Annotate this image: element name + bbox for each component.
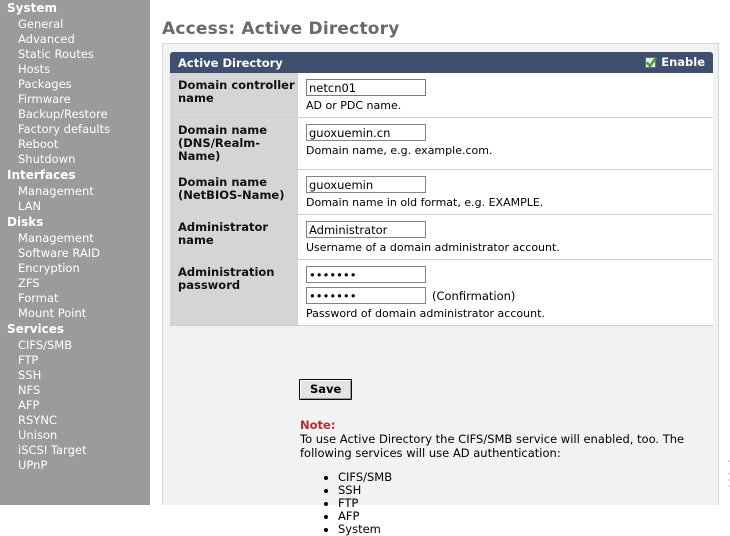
sidebar-navigation: System General Advanced Static Routes Hosts P…: [0, 0, 150, 505]
form-row: Domain name (DNS/Realm-Name) Domain name,…: [170, 118, 713, 170]
form-row-hint: Domain name in old format, e.g. EXAMPLE.: [306, 196, 544, 209]
panel-header: Active Directory Enable: [170, 52, 713, 73]
page-title: Access: Active Directory: [162, 19, 400, 40]
sidebar-item-packages[interactable]: Packages: [0, 77, 150, 92]
form-row-password: Administration password (Confirmation) Pas…: [170, 260, 713, 326]
sidebar-item-mount-point[interactable]: Mount Point: [0, 306, 150, 321]
note-service-item: FTP: [338, 497, 700, 510]
sidebar-item-afp[interactable]: AFP: [0, 398, 150, 413]
form-row: Domain name (NetBIOS-Name) Domain name in…: [170, 170, 713, 215]
form-row-label: Domain name (DNS/Realm-Name): [170, 118, 298, 169]
input-administration-password[interactable]: [306, 266, 426, 283]
input-administration-password-confirm[interactable]: [306, 287, 426, 304]
sidebar-item-lan[interactable]: LAN: [0, 199, 150, 214]
sidebar-item-nfs[interactable]: NFS: [0, 383, 150, 398]
sidebar-item-static-routes[interactable]: Static Routes: [0, 47, 150, 62]
sidebar-item-zfs[interactable]: ZFS: [0, 276, 150, 291]
sidebar-item-reboot[interactable]: Reboot: [0, 137, 150, 152]
sidebar-item-firmware[interactable]: Firmware: [0, 92, 150, 107]
note-service-item: SSH: [338, 484, 700, 497]
sidebar-item-encryption[interactable]: Encryption: [0, 261, 150, 276]
note-service-item: System: [338, 523, 700, 536]
input-domain-name-netbios-name[interactable]: [306, 176, 426, 193]
input-domain-name-dns-realm-name[interactable]: [306, 124, 426, 141]
sidebar-item-ssh[interactable]: SSH: [0, 368, 150, 383]
form-row-label: Domain controller name: [170, 73, 298, 117]
sidebar-item-iscsi-target[interactable]: iSCSI Target: [0, 443, 150, 458]
sidebar-item-format[interactable]: Format: [0, 291, 150, 306]
sidebar-item-rsync[interactable]: RSYNC: [0, 413, 150, 428]
sidebar-item-software-raid[interactable]: Software RAID: [0, 246, 150, 261]
form-row-label: Administration password: [170, 260, 298, 325]
note-title: Note:: [300, 418, 336, 432]
sidebar-item-cifs-smb[interactable]: CIFS/SMB: [0, 338, 150, 353]
form-row-field: (Confirmation) Password of domain adminis…: [298, 260, 713, 325]
main-content: Access: Active Directory Active Director…: [150, 0, 730, 536]
active-directory-form: Domain controller nameAD or PDC name.Dom…: [170, 73, 713, 326]
form-row-field: Domain name, e.g. example.com.: [298, 118, 713, 169]
sidebar-item-ftp[interactable]: FTP: [0, 353, 150, 368]
sidebar-group-system: System: [7, 1, 57, 15]
form-row-hint: Password of domain administrator account…: [306, 307, 545, 320]
form-row: Administrator name Username of a domain a…: [170, 215, 713, 260]
sidebar-item-backup-restore[interactable]: Backup/Restore: [0, 107, 150, 122]
form-row-field: Domain name in old format, e.g. EXAMPLE.: [298, 170, 713, 214]
form-row-field: AD or PDC name.: [298, 73, 713, 117]
sidebar-item-management[interactable]: Management: [0, 231, 150, 246]
note-service-list: CIFS/SMBSSHFTPAFPSystem: [300, 471, 700, 536]
password-confirm-label: (Confirmation): [432, 288, 516, 303]
sidebar-item-upnp[interactable]: UPnP: [0, 458, 150, 473]
checkmark-icon: [646, 56, 658, 68]
form-row-hint: Username of a domain administrator accou…: [306, 241, 560, 254]
save-button[interactable]: Save: [299, 379, 353, 400]
password-confirm-line: (Confirmation): [306, 287, 713, 304]
form-row-label: Domain name (NetBIOS-Name): [170, 170, 298, 214]
sidebar-item-hosts[interactable]: Hosts: [0, 62, 150, 77]
input-administrator-name[interactable]: [306, 221, 426, 238]
form-row-field: Username of a domain administrator accou…: [298, 215, 713, 259]
panel-header-title: Active Directory: [178, 56, 283, 70]
sidebar-item-unison[interactable]: Unison: [0, 428, 150, 443]
sidebar-group-services: Services: [7, 322, 65, 336]
sidebar-group-disks: Disks: [7, 215, 44, 229]
note-service-item: AFP: [338, 510, 700, 523]
sidebar-item-advanced[interactable]: Advanced: [0, 32, 150, 47]
sidebar-item-general[interactable]: General: [0, 17, 150, 32]
form-row: Domain controller name AD or PDC name.: [170, 73, 713, 118]
form-row-hint: Domain name, e.g. example.com.: [306, 144, 493, 157]
save-area: Save: [299, 379, 353, 400]
sidebar-item-shutdown[interactable]: Shutdown: [0, 152, 150, 167]
form-row-label: Administrator name: [170, 215, 298, 259]
sidebar-item-factory-defaults[interactable]: Factory defaults: [0, 122, 150, 137]
form-row-hint: AD or PDC name.: [306, 99, 402, 112]
note-area: Note: To use Active Directory the CIFS/S…: [300, 418, 700, 536]
enable-checkbox[interactable]: [645, 56, 658, 68]
sidebar-group-interfaces: Interfaces: [7, 168, 76, 182]
note-body: To use Active Directory the CIFS/SMB ser…: [300, 432, 685, 460]
note-service-item: CIFS/SMB: [338, 471, 700, 484]
sidebar-item-management[interactable]: Management: [0, 184, 150, 199]
app-root: System General Advanced Static Routes Hosts P…: [0, 0, 730, 536]
input-domain-controller-name[interactable]: [306, 79, 426, 96]
enable-checkbox-row[interactable]: Enable: [645, 55, 705, 69]
enable-label: Enable: [661, 55, 705, 69]
active-directory-panel: Active Directory Enable Domain controlle…: [162, 43, 719, 536]
